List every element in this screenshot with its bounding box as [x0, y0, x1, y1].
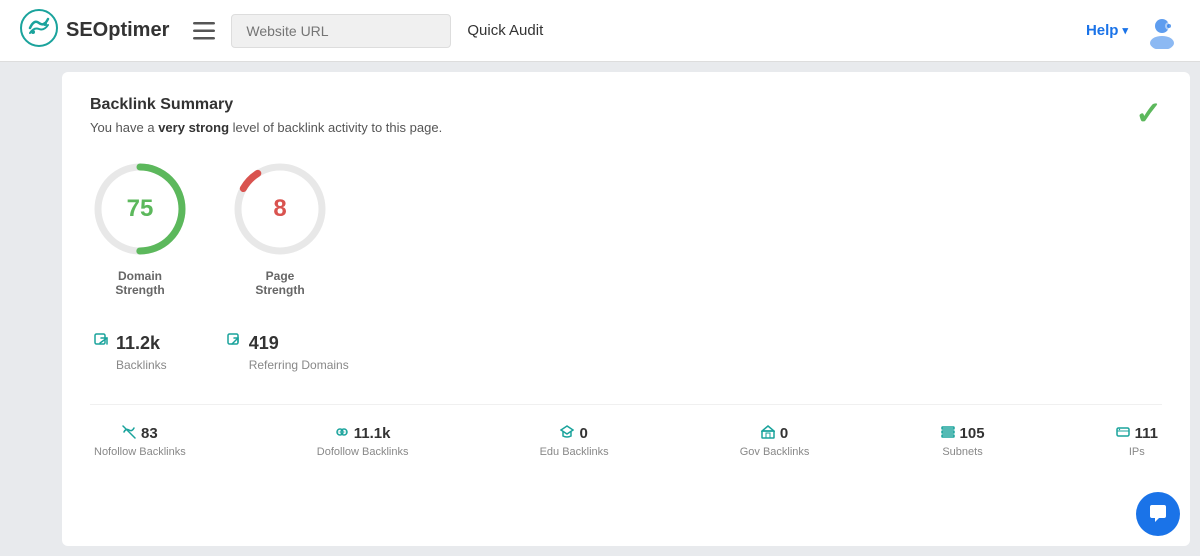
subtitle-emphasis: very strong: [158, 120, 229, 135]
chat-bubble[interactable]: [1136, 492, 1180, 536]
logo-icon: [20, 9, 58, 52]
domain-strength-circle: 75: [90, 159, 190, 259]
nofollow-icon: [122, 425, 136, 442]
logo-text: SEOptimer: [66, 19, 169, 42]
referring-domains-icon: [227, 333, 243, 354]
gov-value: 0: [780, 425, 788, 442]
help-chevron-icon: ▾: [1122, 24, 1128, 37]
nofollow-value: 83: [141, 425, 158, 442]
ips-stat: 111 IPs: [1116, 425, 1158, 458]
url-input[interactable]: [231, 14, 451, 48]
page-strength-item: 8 PageStrength: [230, 159, 330, 297]
gov-stat: 0 Gov Backlinks: [740, 425, 810, 458]
gov-header: 0: [761, 425, 788, 442]
nofollow-stat: 83 Nofollow Backlinks: [94, 425, 186, 458]
ips-value: 111: [1135, 425, 1158, 442]
nofollow-label: Nofollow Backlinks: [94, 446, 186, 458]
domain-strength-item: 75 DomainStrength: [90, 159, 190, 297]
subnets-label: Subnets: [942, 446, 982, 458]
backlinks-value: 11.2k: [116, 333, 160, 354]
referring-domains-stat-header: 419: [227, 333, 279, 354]
edu-icon: [560, 425, 574, 442]
page-strength-value: 8: [273, 195, 286, 223]
page-strength-circle: 8: [230, 159, 330, 259]
hamburger-menu[interactable]: [193, 22, 215, 40]
ips-icon: [1116, 425, 1130, 442]
dofollow-icon: [335, 425, 349, 442]
subtitle-post: level of backlink activity to this page.: [229, 120, 442, 135]
subnets-icon: [941, 425, 955, 442]
sidebar: [0, 62, 62, 556]
stats-row: 11.2k Backlinks 419: [90, 333, 1162, 372]
header: SEOptimer Quick Audit Help ▾: [0, 0, 1200, 62]
subnets-value: 105: [960, 425, 985, 442]
ips-header: 111: [1116, 425, 1158, 442]
circles-row: 75 DomainStrength 8 PageStrength: [90, 159, 1162, 297]
gov-icon: [761, 425, 775, 442]
section-subtitle: You have a very strong level of backlink…: [90, 120, 1162, 135]
backlinks-stat: 11.2k Backlinks: [94, 333, 167, 372]
dofollow-stat: 11.1k Dofollow Backlinks: [317, 425, 409, 458]
user-avatar[interactable]: [1144, 13, 1180, 49]
nofollow-header: 83: [122, 425, 158, 442]
quick-audit-button[interactable]: Quick Audit: [467, 22, 543, 39]
gov-label: Gov Backlinks: [740, 446, 810, 458]
domain-strength-value: 75: [127, 195, 154, 223]
dofollow-header: 11.1k: [335, 425, 391, 442]
main-layout: ✓ Backlink Summary You have a very stron…: [0, 62, 1200, 556]
dofollow-value: 11.1k: [354, 425, 391, 442]
backlinks-stat-header: 11.2k: [94, 333, 160, 354]
section-title: Backlink Summary: [90, 96, 1162, 114]
bottom-stats: 83 Nofollow Backlinks: [90, 404, 1162, 458]
referring-domains-value: 419: [249, 333, 279, 354]
content-wrapper: ✓ Backlink Summary You have a very stron…: [62, 62, 1200, 556]
domain-strength-label: DomainStrength: [115, 269, 164, 297]
help-label: Help: [1086, 22, 1119, 39]
referring-domains-label: Referring Domains: [227, 358, 349, 372]
subtitle-pre: You have a: [90, 120, 158, 135]
edu-label: Edu Backlinks: [540, 446, 609, 458]
ips-label: IPs: [1129, 446, 1145, 458]
help-button[interactable]: Help ▾: [1086, 22, 1128, 39]
edu-value: 0: [579, 425, 587, 442]
dofollow-label: Dofollow Backlinks: [317, 446, 409, 458]
backlink-summary-card: ✓ Backlink Summary You have a very stron…: [62, 72, 1190, 546]
edu-stat: 0 Edu Backlinks: [540, 425, 609, 458]
backlinks-label: Backlinks: [94, 358, 167, 372]
referring-domains-stat: 419 Referring Domains: [227, 333, 349, 372]
edu-header: 0: [560, 425, 587, 442]
subnets-header: 105: [941, 425, 985, 442]
page-strength-label: PageStrength: [255, 269, 304, 297]
success-checkmark: ✓: [1135, 94, 1162, 132]
backlinks-icon: [94, 333, 110, 354]
subnets-stat: 105 Subnets: [941, 425, 985, 458]
logo-area: SEOptimer: [20, 9, 169, 52]
